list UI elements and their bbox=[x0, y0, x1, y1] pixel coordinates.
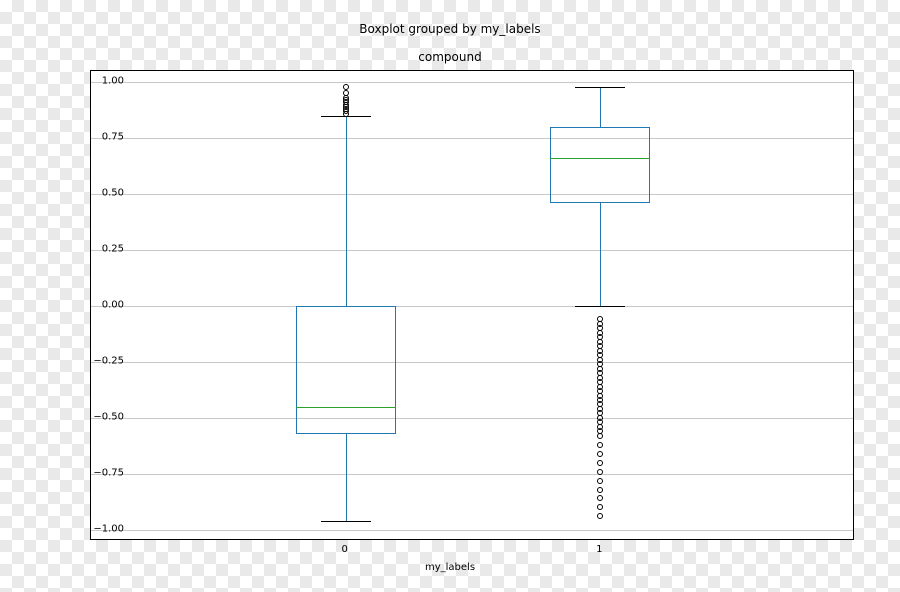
y-tick-label: 0.25 bbox=[84, 244, 124, 255]
whisker-upper bbox=[346, 116, 347, 306]
whisker-upper bbox=[600, 87, 601, 127]
outlier-point bbox=[597, 469, 603, 475]
chart-container: Boxplot grouped by my_labels compound my… bbox=[0, 0, 900, 592]
gridline bbox=[91, 250, 853, 251]
gridline bbox=[91, 418, 853, 419]
outlier-point bbox=[597, 504, 603, 510]
y-tick-label: −1.00 bbox=[84, 523, 124, 534]
cap-upper bbox=[575, 87, 625, 88]
outlier-point bbox=[343, 84, 349, 90]
box bbox=[550, 127, 650, 203]
outlier-point bbox=[597, 460, 603, 466]
y-tick-label: −0.25 bbox=[84, 355, 124, 366]
gridline bbox=[91, 362, 853, 363]
outlier-point bbox=[597, 442, 603, 448]
plot-area bbox=[90, 70, 854, 540]
outlier-point bbox=[597, 451, 603, 457]
cap-lower bbox=[321, 521, 371, 522]
outlier-point bbox=[597, 487, 603, 493]
y-tick-label: −0.50 bbox=[84, 411, 124, 422]
gridline bbox=[91, 306, 853, 307]
outlier-point bbox=[597, 495, 603, 501]
x-tick-label: 1 bbox=[596, 544, 602, 555]
gridline bbox=[91, 194, 853, 195]
x-tick-label: 0 bbox=[341, 544, 347, 555]
cap-lower bbox=[575, 306, 625, 307]
gridline bbox=[91, 82, 853, 83]
outlier-point bbox=[343, 90, 349, 96]
y-tick-label: −0.75 bbox=[84, 467, 124, 478]
outlier-point bbox=[597, 433, 603, 439]
outlier-point bbox=[597, 478, 603, 484]
gridline bbox=[91, 474, 853, 475]
chart-subtitle: compound bbox=[0, 50, 900, 64]
chart-title: Boxplot grouped by my_labels bbox=[0, 22, 900, 36]
y-tick-label: 0.75 bbox=[84, 132, 124, 143]
y-tick-label: 0.00 bbox=[84, 300, 124, 311]
gridline bbox=[91, 138, 853, 139]
x-axis-label: my_labels bbox=[0, 562, 900, 573]
whisker-lower bbox=[346, 434, 347, 521]
gridline bbox=[91, 530, 853, 531]
box bbox=[296, 306, 396, 434]
median-line bbox=[550, 158, 650, 159]
median-line bbox=[296, 407, 396, 408]
whisker-lower bbox=[600, 203, 601, 306]
outlier-point bbox=[597, 513, 603, 519]
y-tick-label: 0.50 bbox=[84, 188, 124, 199]
y-tick-label: 1.00 bbox=[84, 76, 124, 87]
